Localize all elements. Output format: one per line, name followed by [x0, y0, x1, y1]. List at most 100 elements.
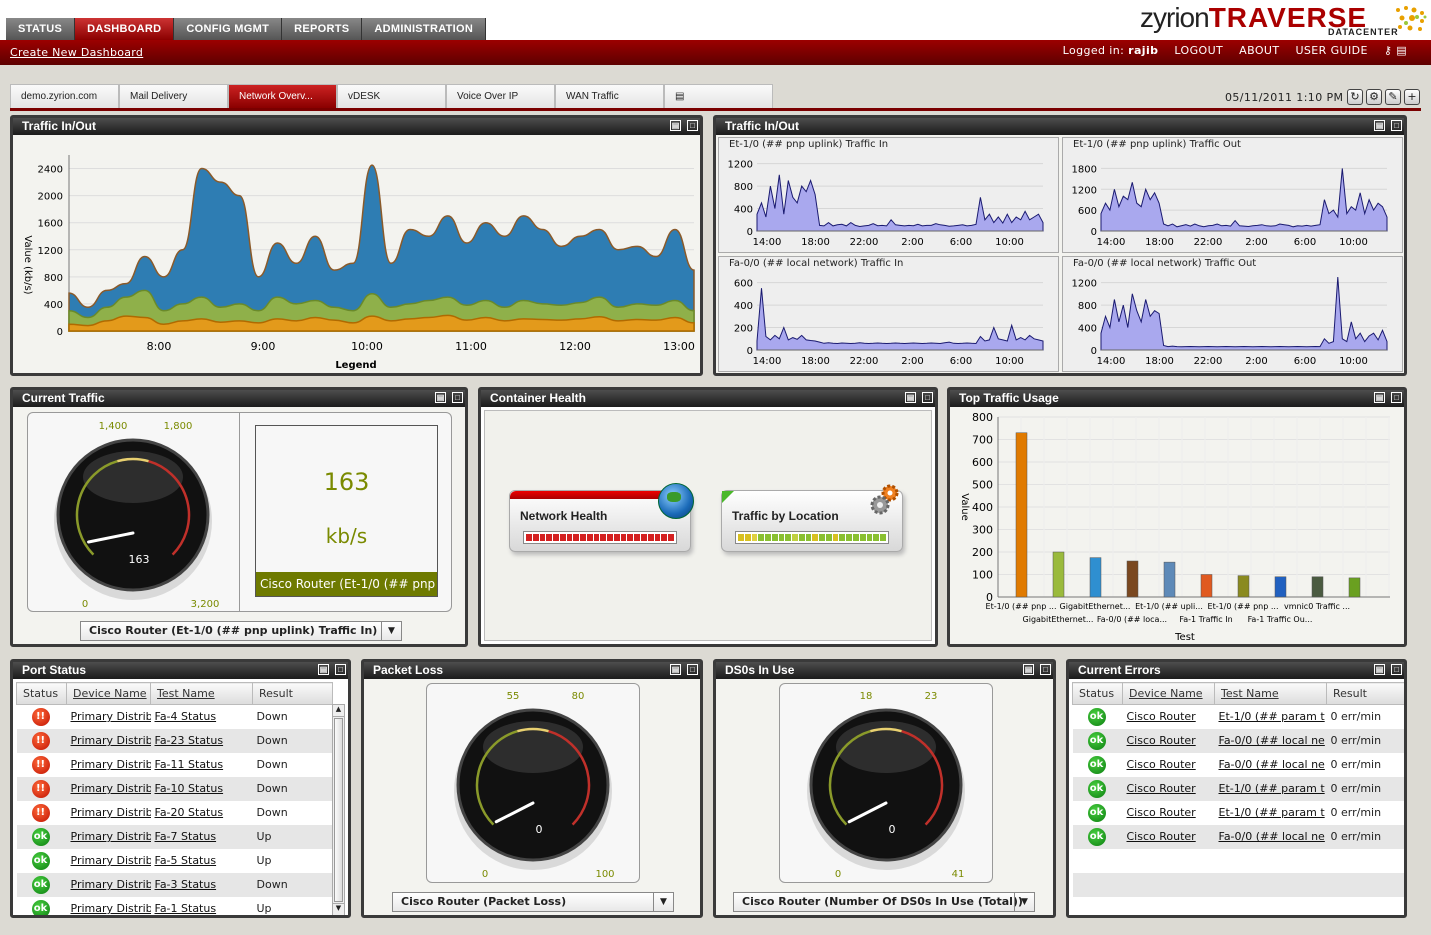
table-row[interactable]: !! Primary Distrib Fa-20 Status Down: [17, 801, 333, 825]
device-link[interactable]: Primary Distrib: [71, 830, 151, 843]
refresh-icon[interactable]: ↻: [1347, 89, 1363, 105]
test-link[interactable]: Fa-5 Status: [155, 854, 217, 867]
test-link[interactable]: Et-1/0 (## param t: [1219, 710, 1325, 723]
panel-maximize-icon[interactable]: □: [335, 664, 346, 675]
panel-maximize-icon[interactable]: □: [922, 392, 933, 403]
panel-popout-icon[interactable]: ▤: [670, 120, 681, 131]
device-link[interactable]: Cisco Router: [1127, 830, 1196, 843]
table-row[interactable]: !! Primary Distrib Fa-4 Status Down: [17, 705, 333, 729]
test-link[interactable]: Fa-10 Status: [155, 782, 224, 795]
test-link[interactable]: Fa-7 Status: [155, 830, 217, 843]
device-link[interactable]: Primary Distrib: [71, 902, 151, 915]
panel-popout-icon[interactable]: ▤: [1374, 664, 1385, 675]
settings-icon[interactable]: ⚙: [1366, 89, 1382, 105]
nav-tab-dashboard[interactable]: DASHBOARD: [75, 18, 175, 40]
table-row[interactable]: ok Primary Distrib Fa-1 Status Up: [17, 897, 333, 915]
scrollbar[interactable]: ▲ ▼: [332, 704, 345, 915]
test-link[interactable]: Fa-23 Status: [155, 734, 224, 747]
scroll-down-icon[interactable]: ▼: [333, 903, 344, 915]
test-link[interactable]: Fa-20 Status: [155, 806, 224, 819]
table-row[interactable]: !! Primary Distrib Fa-11 Status Down: [17, 753, 333, 777]
device-link[interactable]: Primary Distrib: [71, 710, 151, 723]
create-new-dashboard-link[interactable]: Create New Dashboard: [10, 46, 143, 59]
logout-link[interactable]: LOGOUT: [1174, 44, 1223, 57]
test-link[interactable]: Fa-1 Status: [155, 902, 217, 915]
panel-popout-icon[interactable]: ▤: [670, 664, 681, 675]
test-link[interactable]: Fa-11 Status: [155, 758, 224, 771]
device-link[interactable]: Cisco Router: [1127, 806, 1196, 819]
table-row[interactable]: ok Cisco Router Fa-0/0 (## local ne 0 err/m…: [1072, 728, 1404, 753]
add-icon[interactable]: +: [1404, 89, 1420, 105]
chevron-down-icon[interactable]: ▼: [381, 622, 401, 640]
panel-maximize-icon[interactable]: □: [1391, 664, 1402, 675]
col-test-name[interactable]: Test Name: [1214, 682, 1327, 705]
device-link[interactable]: Primary Distrib: [71, 782, 151, 795]
col-status[interactable]: Status: [16, 682, 67, 705]
panel-maximize-icon[interactable]: □: [1040, 664, 1051, 675]
device-link[interactable]: Primary Distrib: [71, 878, 151, 891]
test-link[interactable]: Fa-0/0 (## local ne: [1219, 734, 1325, 747]
panel-maximize-icon[interactable]: □: [687, 664, 698, 675]
nav-tab-reports[interactable]: REPORTS: [282, 18, 363, 40]
col-test-name[interactable]: Test Name: [150, 682, 253, 705]
panel-popout-icon[interactable]: ▤: [435, 392, 446, 403]
table-row[interactable]: ok Cisco Router Et-1/0 (## param t0 err/mi…: [1073, 705, 1405, 729]
panel-popout-icon[interactable]: ▤: [1374, 120, 1385, 131]
scroll-up-icon[interactable]: ▲: [333, 705, 344, 717]
panel-maximize-icon[interactable]: □: [452, 392, 463, 403]
chevron-down-icon[interactable]: ▼: [1014, 893, 1034, 911]
panel-popout-icon[interactable]: ▤: [905, 392, 916, 403]
table-row[interactable]: ok Cisco Router Et-1/0 (## param t0 err/mi…: [1073, 801, 1405, 825]
device-link[interactable]: Primary Distrib: [71, 806, 151, 819]
device-link[interactable]: Cisco Router: [1127, 758, 1196, 771]
table-row[interactable]: ok Cisco Router Fa-0/0 (## local ne 0 err/m…: [1073, 753, 1405, 777]
panel-popout-icon[interactable]: ▤: [318, 664, 329, 675]
about-link[interactable]: ABOUT: [1239, 44, 1279, 57]
table-row[interactable]: !! Primary Distrib Fa-23 Status Down: [16, 728, 333, 753]
key-icon[interactable]: ⚷ ▤: [1384, 44, 1407, 57]
nav-tab-status[interactable]: STATUS: [6, 18, 76, 40]
panel-popout-icon[interactable]: ▤: [1023, 664, 1034, 675]
packet-loss-select[interactable]: Cisco Router (Packet Loss) ▼: [392, 892, 674, 912]
device-link[interactable]: Cisco Router: [1127, 734, 1196, 747]
panel-maximize-icon[interactable]: □: [687, 120, 698, 131]
table-row[interactable]: ok Cisco Router Et-1/0 (## param t0 err/mi…: [1072, 776, 1404, 801]
device-link[interactable]: Cisco Router: [1127, 782, 1196, 795]
col-result[interactable]: Result: [252, 682, 333, 705]
dash-tab-demo[interactable]: demo.zyrion.com: [10, 84, 119, 109]
dash-tab-new[interactable]: ▤: [664, 84, 773, 109]
table-row[interactable]: ok Primary Distrib Fa-3 Status Down: [16, 872, 333, 897]
table-row[interactable]: ok Primary Distrib Fa-5 Status Up: [17, 849, 333, 873]
device-link[interactable]: Primary Distrib: [71, 758, 151, 771]
device-link[interactable]: Primary Distrib: [71, 734, 151, 747]
panel-maximize-icon[interactable]: □: [1391, 392, 1402, 403]
dash-tab-network-overview[interactable]: Network Overv...: [228, 84, 337, 109]
table-row[interactable]: ok Primary Distrib Fa-7 Status Up: [16, 824, 333, 849]
test-link[interactable]: Fa-4 Status: [155, 710, 217, 723]
nav-tab-administration[interactable]: ADMINISTRATION: [362, 18, 487, 40]
col-device-name[interactable]: Device Name: [1122, 682, 1215, 705]
col-device-name[interactable]: Device Name: [66, 682, 151, 705]
user-guide-link[interactable]: USER GUIDE: [1295, 44, 1367, 57]
test-link[interactable]: Fa-3 Status: [155, 878, 217, 891]
dash-tab-voice-over-ip[interactable]: Voice Over IP: [446, 84, 555, 109]
current-traffic-select[interactable]: Cisco Router (Et-1/0 (## pnp uplink) Tra…: [80, 621, 402, 641]
test-link[interactable]: Fa-0/0 (## local ne: [1219, 830, 1325, 843]
col-result[interactable]: Result: [1326, 682, 1404, 705]
panel-popout-icon[interactable]: ▤: [1374, 392, 1385, 403]
test-link[interactable]: Fa-0/0 (## local ne: [1219, 758, 1325, 771]
edit-icon[interactable]: ✎: [1385, 89, 1401, 105]
dash-tab-vdesk[interactable]: vDESK: [337, 84, 446, 109]
table-row[interactable]: ok Cisco Router Fa-0/0 (## local ne 0 err/m…: [1072, 824, 1404, 849]
network-health-box[interactable]: Network Health: [509, 483, 694, 552]
ds0s-select[interactable]: Cisco Router (Number Of DS0s In Use (Tot…: [733, 892, 1035, 912]
device-link[interactable]: Cisco Router: [1127, 710, 1196, 723]
dash-tab-wan-traffic[interactable]: WAN Traffic: [555, 84, 664, 109]
panel-maximize-icon[interactable]: □: [1391, 120, 1402, 131]
test-link[interactable]: Et-1/0 (## param t: [1219, 806, 1325, 819]
nav-tab-config-mgmt[interactable]: CONFIG MGMT: [174, 18, 283, 40]
chevron-down-icon[interactable]: ▼: [653, 893, 673, 911]
dash-tab-mail-delivery[interactable]: Mail Delivery: [119, 84, 228, 109]
test-link[interactable]: Et-1/0 (## param t: [1219, 782, 1325, 795]
traffic-by-location-box[interactable]: Traffic by Location: [721, 484, 903, 552]
